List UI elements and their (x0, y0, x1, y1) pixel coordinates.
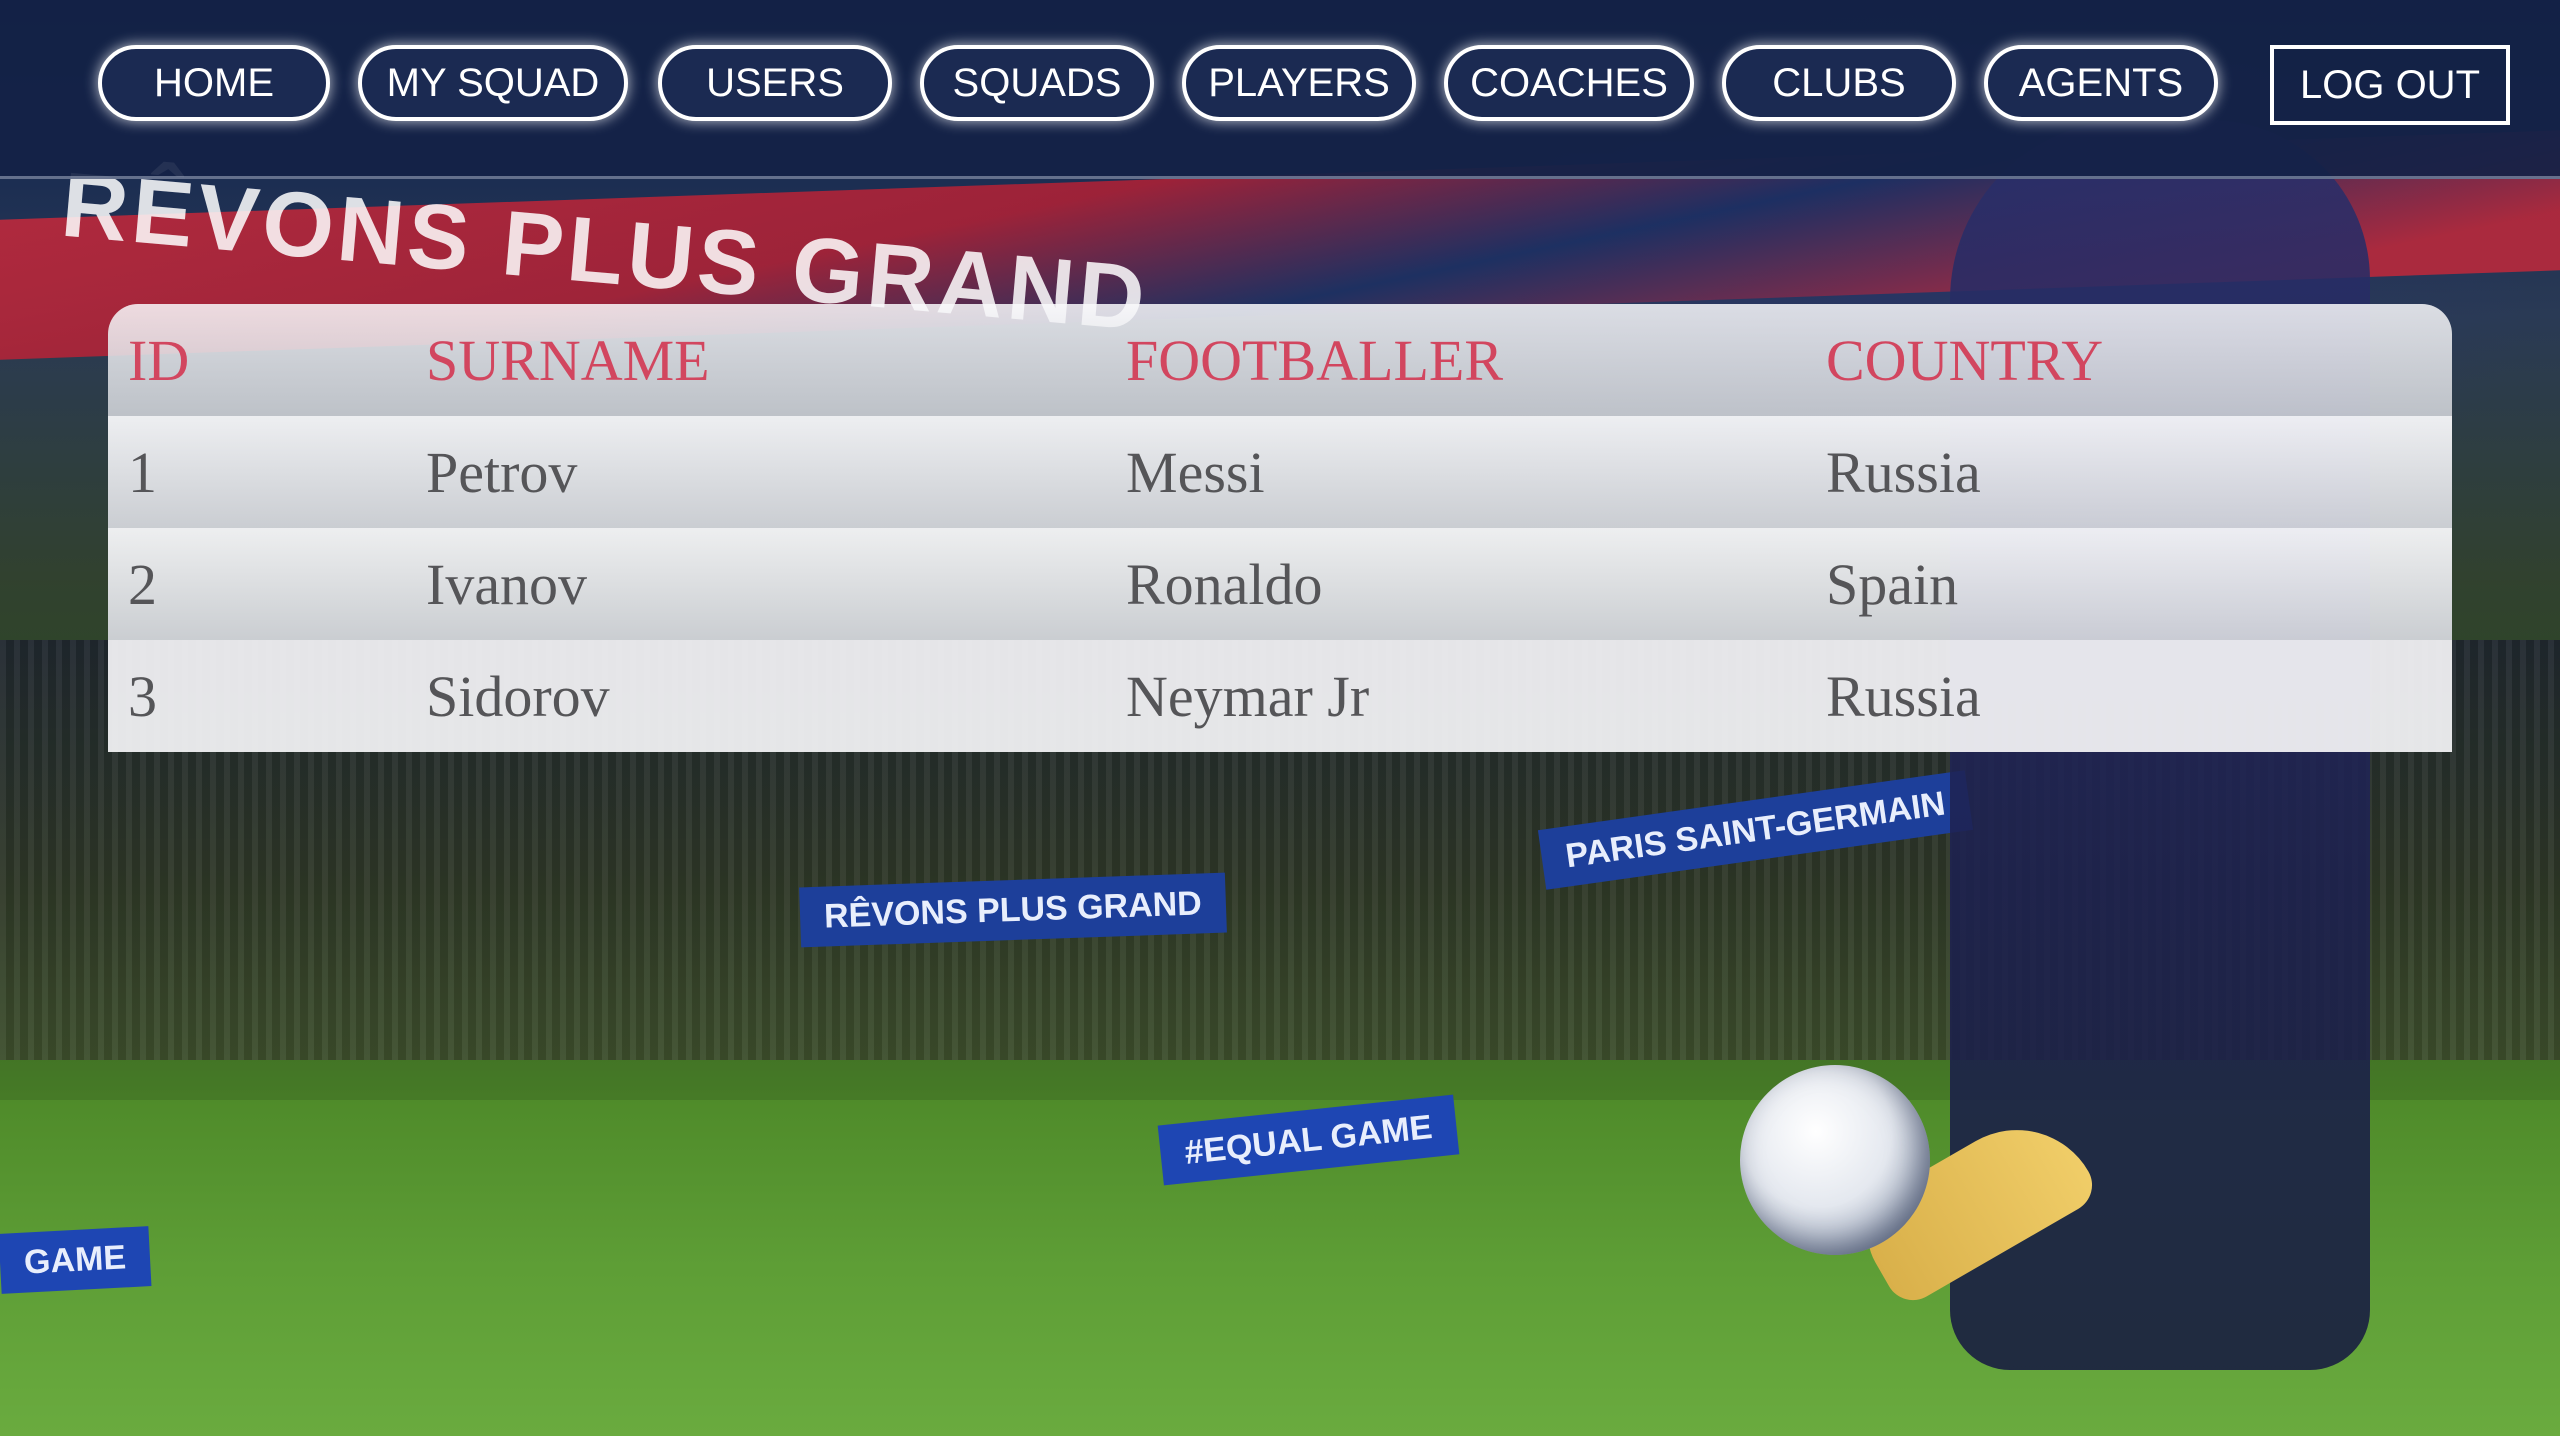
cell-country: Russia (1806, 640, 2452, 752)
nav-my-squad-button[interactable]: MY SQUAD (358, 45, 628, 121)
table-header-row: ID SURNAME FOOTBALLER COUNTRY (108, 304, 2452, 416)
nav-squads-button[interactable]: SQUADS (920, 45, 1154, 121)
cell-id: 2 (108, 528, 406, 640)
cell-country: Spain (1806, 528, 2452, 640)
nav-home-button[interactable]: HOME (98, 45, 330, 121)
cell-id: 3 (108, 640, 406, 752)
nav-clubs-button[interactable]: CLUBS (1722, 45, 1956, 121)
cell-surname: Petrov (406, 416, 1106, 528)
cell-footballer: Ronaldo (1106, 528, 1806, 640)
footballers-table: ID SURNAME FOOTBALLER COUNTRY 1 Petrov M… (108, 304, 2452, 752)
nav-players-button[interactable]: PLAYERS (1182, 45, 1416, 121)
column-header-surname: SURNAME (406, 304, 1106, 416)
cell-footballer: Neymar Jr (1106, 640, 1806, 752)
cell-id: 1 (108, 416, 406, 528)
column-header-id: ID (108, 304, 406, 416)
column-header-country: COUNTRY (1806, 304, 2452, 416)
nav-coaches-button[interactable]: COACHES (1444, 45, 1694, 121)
table-row: 3 Sidorov Neymar Jr Russia (108, 640, 2452, 752)
top-navigation: HOME MY SQUAD USERS SQUADS PLAYERS COACH… (0, 0, 2560, 179)
nav-agents-button[interactable]: AGENTS (1984, 45, 2218, 121)
logout-button[interactable]: LOG OUT (2270, 45, 2510, 125)
football (1740, 1065, 1930, 1255)
nav-users-button[interactable]: USERS (658, 45, 892, 121)
cell-footballer: Messi (1106, 416, 1806, 528)
table-row: 1 Petrov Messi Russia (108, 416, 2452, 528)
cell-surname: Ivanov (406, 528, 1106, 640)
column-header-footballer: FOOTBALLER (1106, 304, 1806, 416)
table-row: 2 Ivanov Ronaldo Spain (108, 528, 2452, 640)
cell-country: Russia (1806, 416, 2452, 528)
ad-board: GAME (0, 1226, 152, 1294)
cell-surname: Sidorov (406, 640, 1106, 752)
